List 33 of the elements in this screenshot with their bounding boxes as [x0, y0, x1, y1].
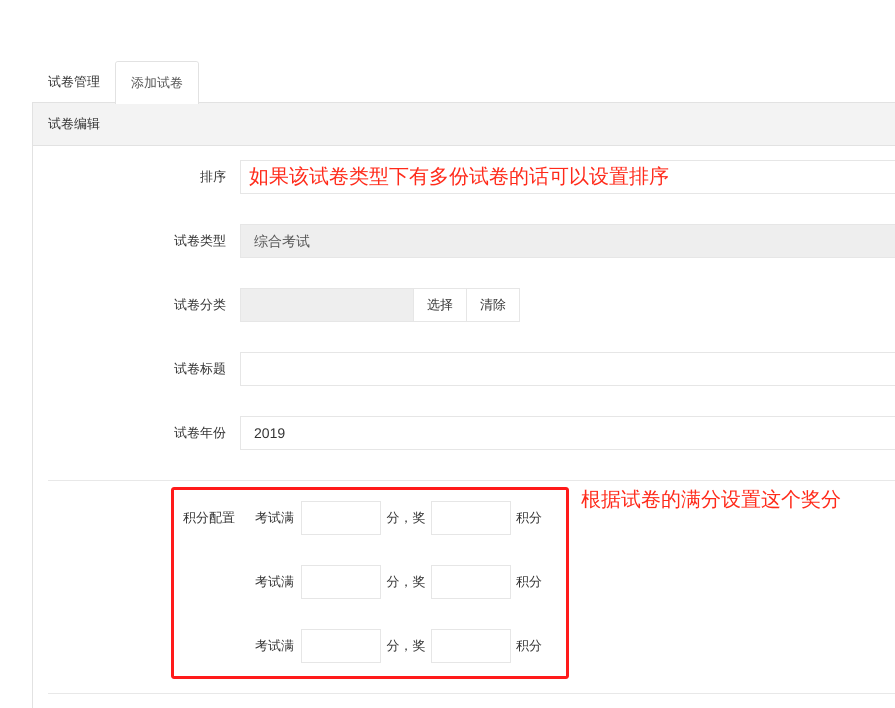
input-field[interactable] [301, 565, 381, 599]
input-field[interactable] [240, 352, 895, 386]
field-text: 分，奖 [386, 637, 426, 656]
field-text: 考试满 [255, 509, 295, 528]
field-label: 积分配置 [183, 509, 235, 528]
field-text: 分，奖 [386, 573, 426, 592]
field-label: 试卷类型 [173, 232, 227, 250]
picker-button[interactable]: 选择 [414, 288, 467, 322]
field-label: 试卷分类 [173, 296, 227, 314]
input-field[interactable] [240, 288, 414, 322]
field-text: 积分 [515, 573, 542, 592]
annotation-text: 如果该试卷类型下有多份试卷的话可以设置排序 [249, 165, 669, 190]
field-label: 排序 [199, 168, 227, 186]
readonly-field[interactable]: 综合考试 [240, 224, 895, 258]
field-text: 积分 [515, 509, 542, 528]
field-label: 试卷年份 [173, 424, 227, 442]
field-text: 考试满 [255, 637, 295, 656]
field-label: 试卷标题 [173, 360, 227, 378]
input-field[interactable] [431, 501, 511, 535]
input-field[interactable] [301, 501, 381, 535]
input-field[interactable]: 2019 [240, 416, 895, 450]
input-field[interactable]: 如果该试卷类型下有多份试卷的话可以设置排序 [240, 160, 895, 194]
field-text: 考试满 [255, 573, 295, 592]
input-field[interactable] [431, 565, 511, 599]
input-field[interactable] [431, 629, 511, 663]
tab[interactable]: 试卷管理 [33, 61, 115, 103]
field-text: 分，奖 [386, 509, 426, 528]
annotation-text: 根据试卷的满分设置这个奖分 [581, 488, 841, 513]
panel-title: 试卷编辑 [48, 115, 100, 134]
tab[interactable]: 添加试卷 [115, 61, 199, 104]
picker-button[interactable]: 清除 [467, 288, 520, 322]
input-field[interactable] [301, 629, 381, 663]
field-text: 积分 [515, 637, 542, 656]
